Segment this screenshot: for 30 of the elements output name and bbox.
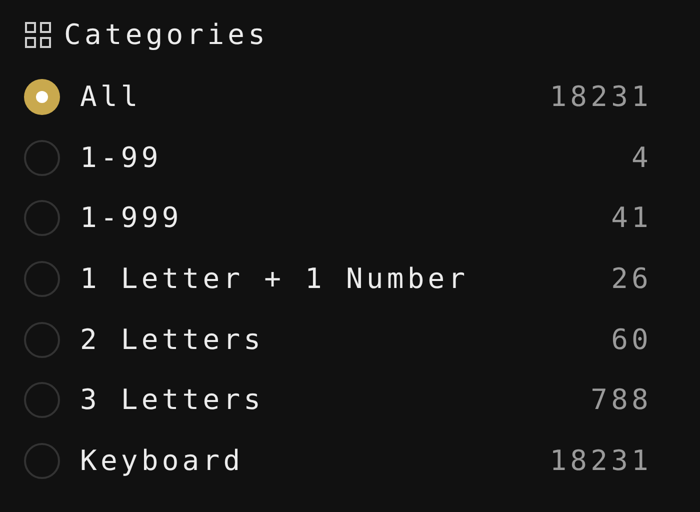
category-option[interactable]: 1 Letter + 1 Number 26 [24, 248, 652, 310]
radio-button[interactable] [24, 140, 60, 176]
category-option[interactable]: All 18231 [24, 67, 652, 128]
radio-button[interactable] [24, 261, 60, 298]
category-count: 18231 [550, 442, 652, 479]
radio-button[interactable] [24, 79, 60, 116]
radio-button[interactable] [24, 442, 60, 479]
category-option[interactable]: 1-999 41 [24, 188, 652, 249]
category-count: 18231 [550, 79, 652, 116]
radio-button[interactable] [24, 382, 60, 418]
category-count: 26 [611, 261, 652, 298]
category-option[interactable]: 1-99 4 [24, 128, 652, 188]
category-label: 2 Letters [80, 322, 264, 358]
category-count: 4 [632, 140, 652, 176]
category-label: 1-99 [80, 140, 162, 176]
category-option[interactable]: Keyboard 18231 [24, 430, 652, 492]
category-label: 1 Letter + 1 Number [80, 261, 469, 298]
category-count: 41 [611, 200, 652, 236]
radio-button[interactable] [24, 200, 60, 236]
category-label: Keyboard [80, 442, 244, 479]
category-label: All [80, 79, 142, 116]
radio-button[interactable] [24, 322, 60, 358]
category-count: 788 [590, 382, 652, 418]
category-option[interactable]: 2 Letters 60 [24, 309, 652, 370]
category-label: 1-999 [80, 200, 182, 236]
category-count: 60 [611, 322, 652, 358]
category-option[interactable]: 3 Letters 788 [24, 370, 652, 431]
category-label: 3 Letters [80, 382, 264, 418]
grid-icon [24, 21, 52, 49]
section-title: Categories [64, 17, 269, 53]
